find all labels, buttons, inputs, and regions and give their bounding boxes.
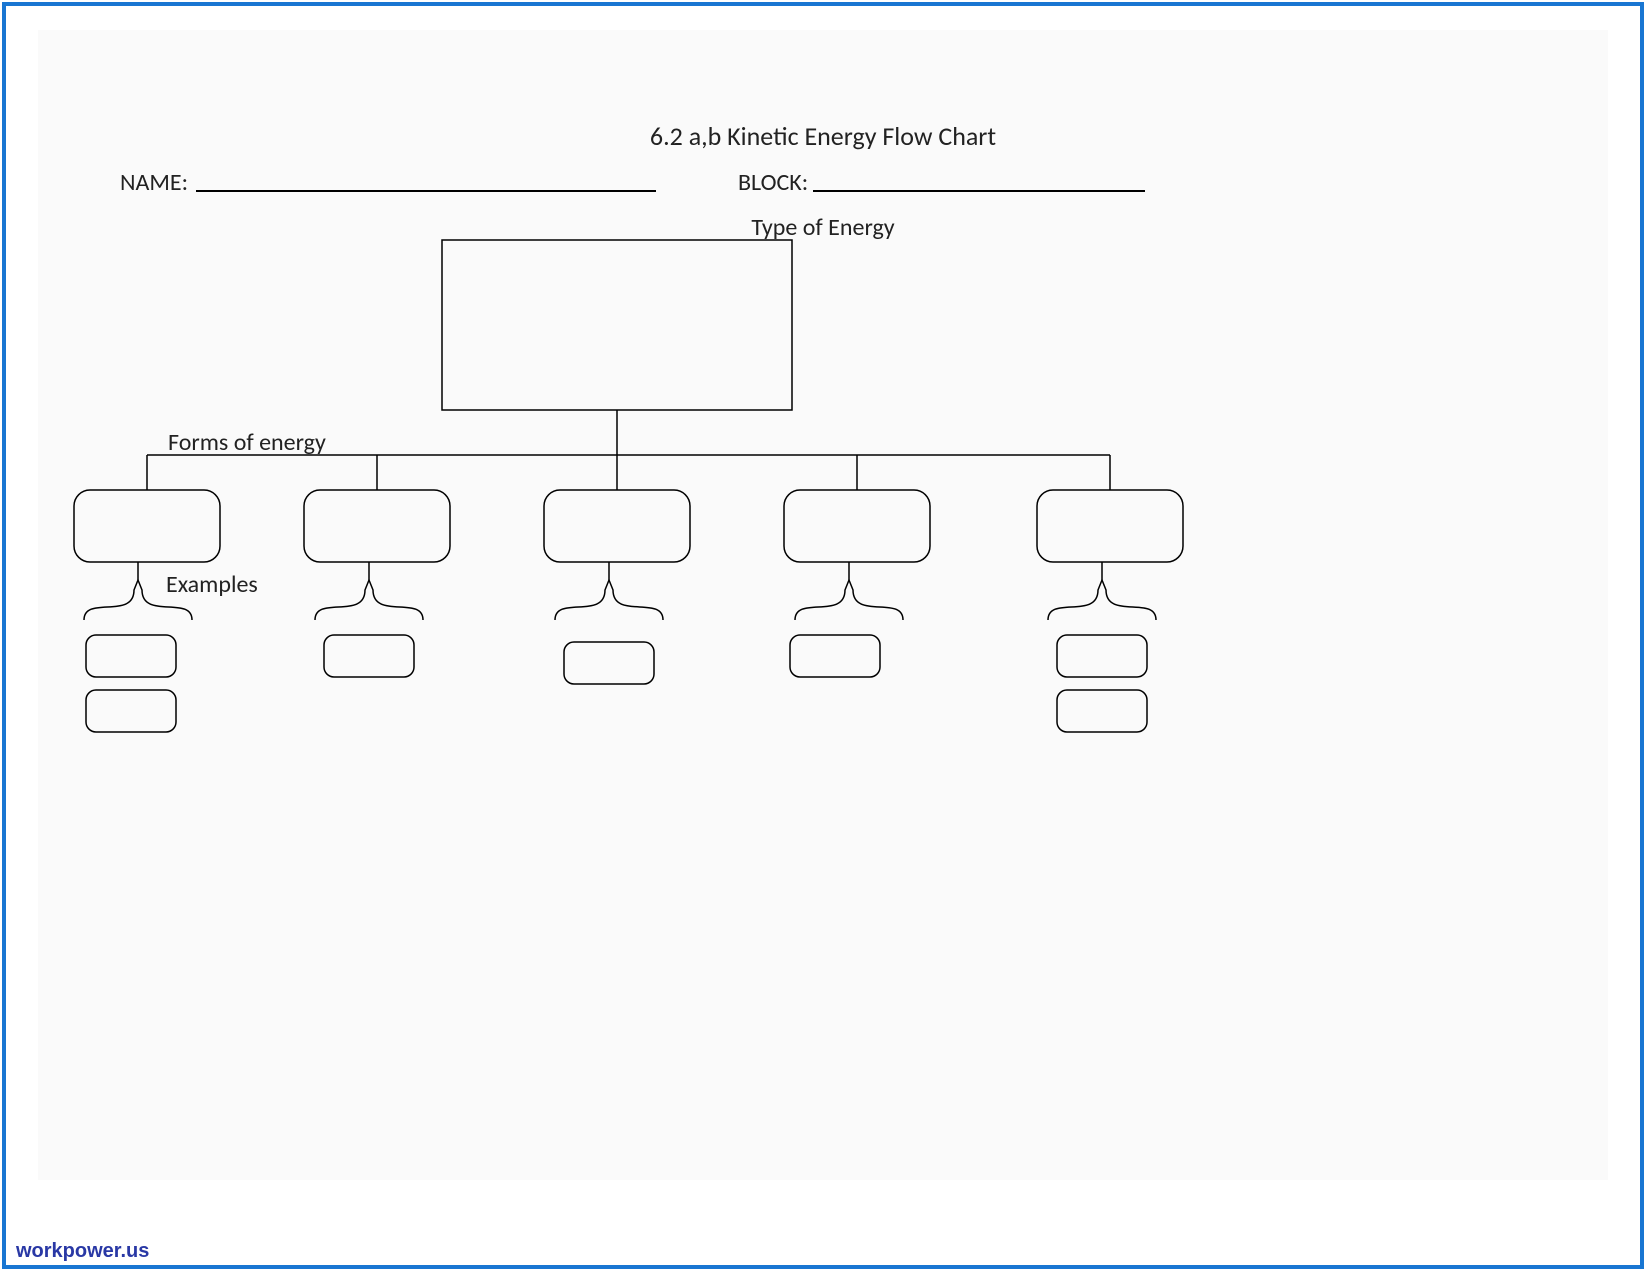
example-box-1b[interactable] xyxy=(86,690,176,732)
brace-3 xyxy=(555,580,663,620)
brace-2 xyxy=(315,580,423,620)
form-box-4[interactable] xyxy=(784,490,930,562)
form-box-5[interactable] xyxy=(1037,490,1183,562)
form-box-3[interactable] xyxy=(544,490,690,562)
example-box-2a[interactable] xyxy=(324,635,414,677)
brace-1 xyxy=(84,580,192,620)
example-box-3a[interactable] xyxy=(564,642,654,684)
form-box-2[interactable] xyxy=(304,490,450,562)
type-of-energy-box[interactable] xyxy=(442,240,792,410)
example-box-1a[interactable] xyxy=(86,635,176,677)
brace-4 xyxy=(795,580,903,620)
worksheet-page: 6.2 a,b Kinetic Energy Flow Chart NAME: … xyxy=(38,30,1608,1180)
example-box-5b[interactable] xyxy=(1057,690,1147,732)
form-box-1[interactable] xyxy=(74,490,220,562)
flowchart-diagram xyxy=(38,30,1608,1180)
brace-5 xyxy=(1048,580,1156,620)
watermark: workpower.us xyxy=(16,1240,149,1263)
example-box-4a[interactable] xyxy=(790,635,880,677)
example-box-5a[interactable] xyxy=(1057,635,1147,677)
